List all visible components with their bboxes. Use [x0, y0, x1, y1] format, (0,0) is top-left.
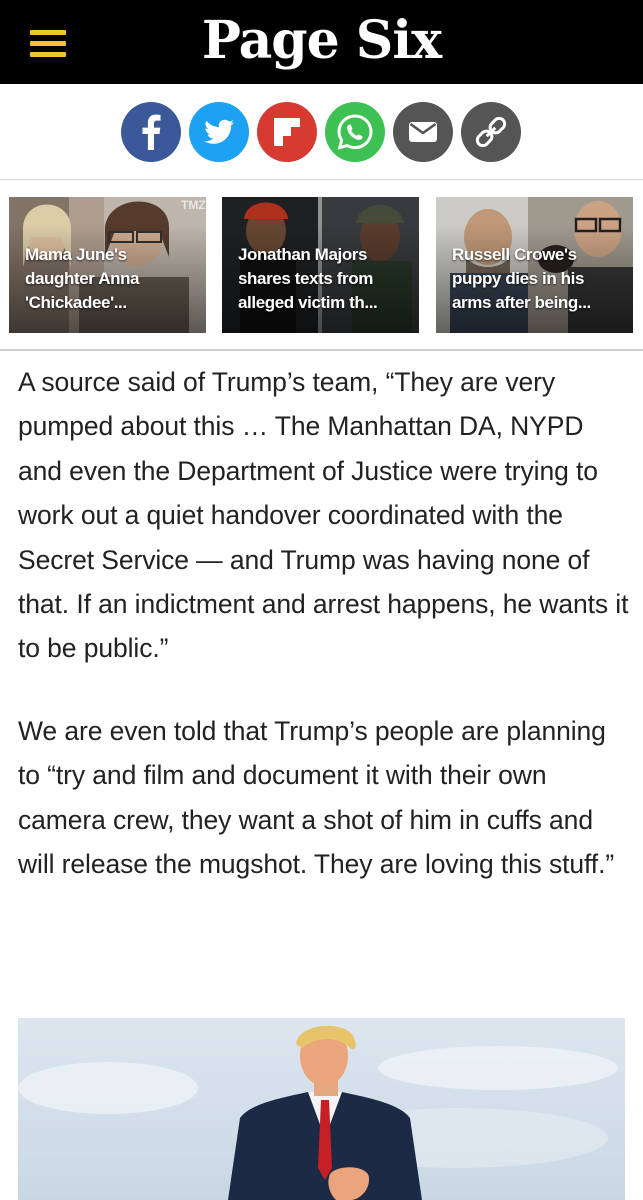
link-icon	[461, 102, 521, 162]
top-navigation-bar: Page Six	[0, 0, 643, 84]
article-body: A source said of Trump’s team, “They are…	[18, 360, 630, 886]
story-headline: Russell Crowe's puppy dies in his arms a…	[452, 245, 591, 312]
article-paragraph: A source said of Trump’s team, “They are…	[18, 367, 629, 664]
twitter-icon	[189, 102, 249, 162]
article-image	[18, 1018, 625, 1200]
related-story-card[interactable]: TMZ Mama June's daughter Anna 'Chickadee…	[9, 197, 206, 333]
whatsapp-icon	[325, 102, 385, 162]
related-story-card[interactable]: Jonathan Majors shares texts from allege…	[222, 197, 419, 333]
share-bar	[0, 84, 643, 180]
whatsapp-share-button[interactable]	[325, 102, 385, 162]
related-stories-strip: TMZ Mama June's daughter Anna 'Chickadee…	[0, 181, 643, 351]
site-logo[interactable]: Page Six	[0, 8, 643, 74]
twitter-share-button[interactable]	[189, 102, 249, 162]
flipboard-icon	[257, 102, 317, 162]
related-story-card[interactable]: Russell Crowe's puppy dies in his arms a…	[436, 197, 633, 333]
email-icon	[393, 102, 453, 162]
facebook-share-button[interactable]	[121, 102, 181, 162]
flipboard-share-button[interactable]	[257, 102, 317, 162]
email-share-button[interactable]	[393, 102, 453, 162]
facebook-icon	[121, 102, 181, 162]
story-headline: Mama June's daughter Anna 'Chickadee'...	[25, 245, 140, 312]
copy-link-button[interactable]	[461, 102, 521, 162]
article-paragraph: We are even told that Trump’s people are…	[18, 715, 615, 880]
story-headline: Jonathan Majors shares texts from allege…	[238, 245, 378, 312]
